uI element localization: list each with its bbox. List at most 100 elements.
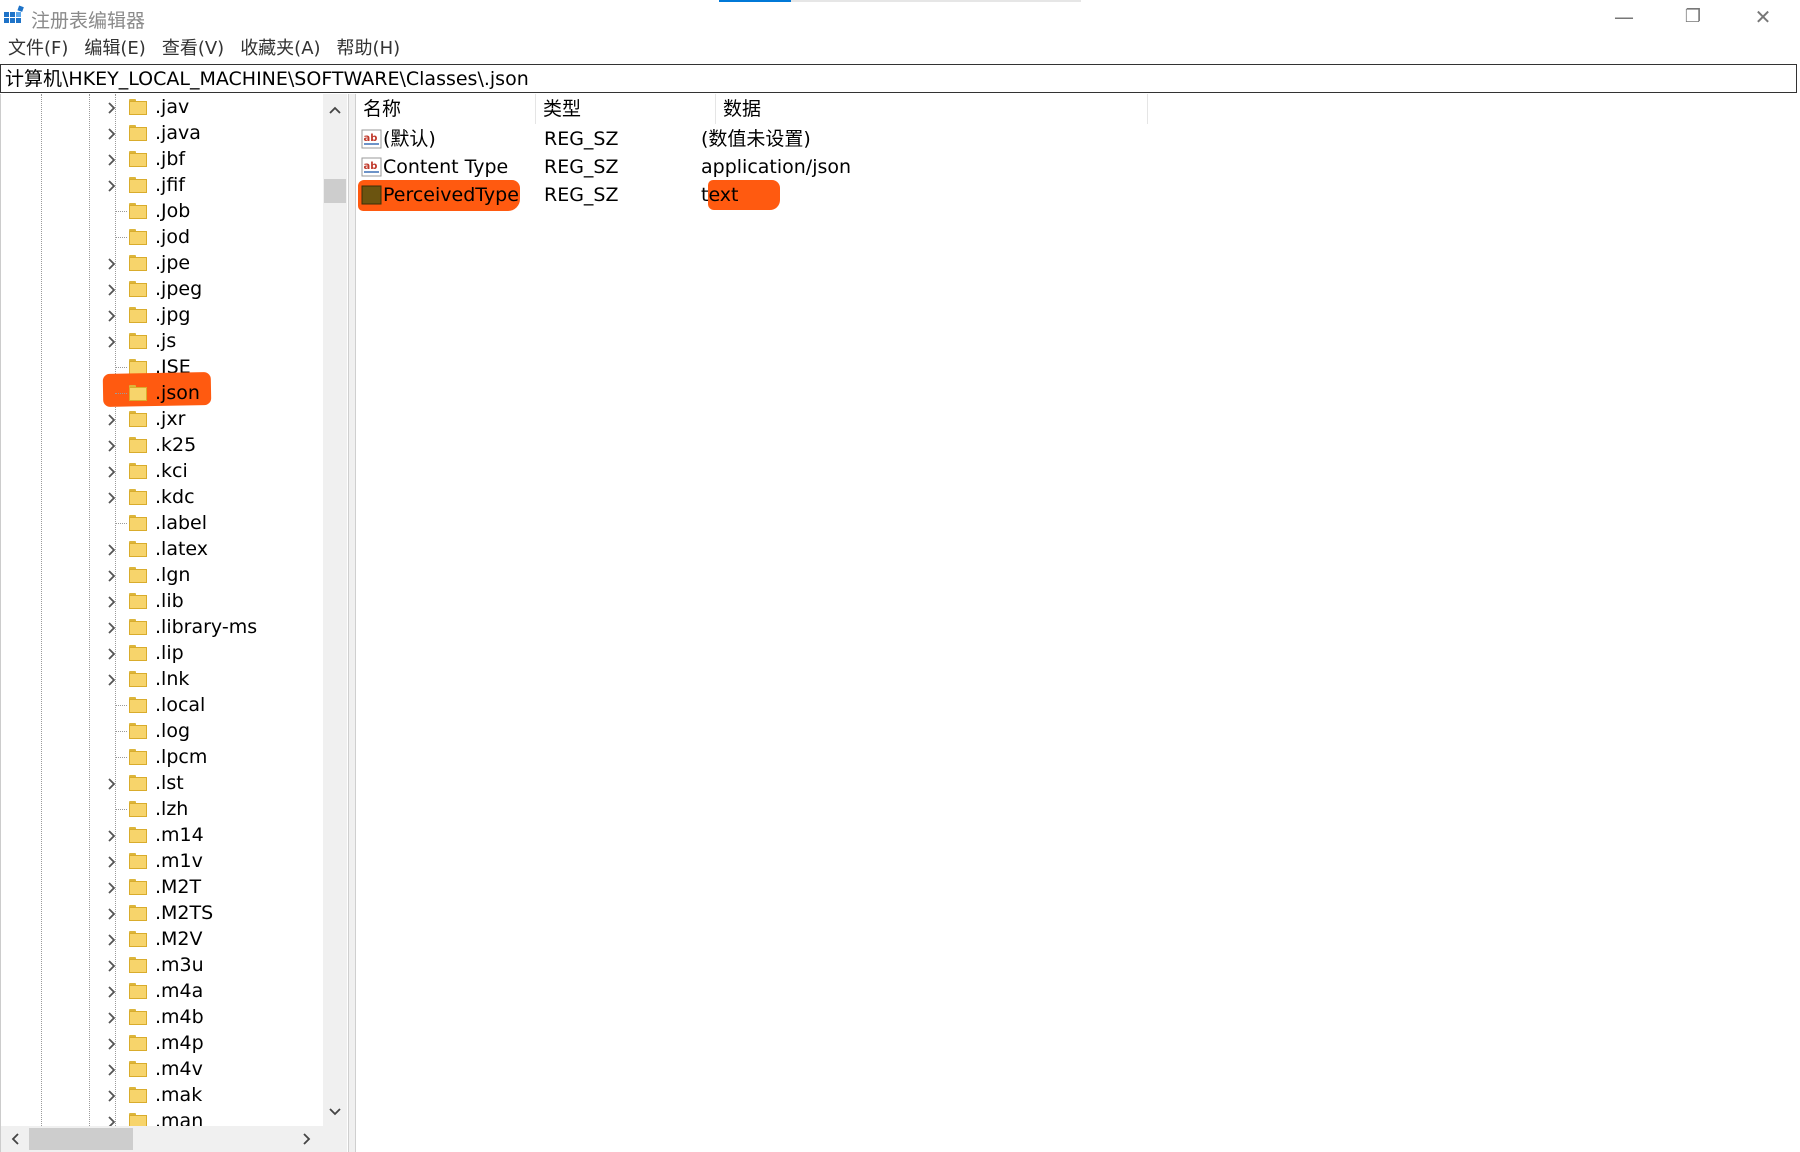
close-button[interactable]: ✕ (1733, 0, 1793, 34)
menu-favorites[interactable]: 收藏夹(A) (232, 34, 328, 62)
tree-item[interactable]: .js (1, 329, 323, 355)
tree-item[interactable]: .m4a (1, 979, 323, 1005)
tree-item[interactable]: .lnk (1, 667, 323, 693)
chevron-right-icon[interactable] (105, 283, 119, 297)
tree-item[interactable]: .M2T (1, 875, 323, 901)
tree-item[interactable]: .m4b (1, 1005, 323, 1031)
tree-item[interactable]: .m4v (1, 1057, 323, 1083)
tree-item[interactable]: .kci (1, 459, 323, 485)
tree-vertical-scrollbar[interactable] (323, 94, 347, 1126)
tree-item[interactable]: .jxr (1, 407, 323, 433)
chevron-right-icon[interactable] (105, 101, 119, 115)
tree-item[interactable]: .M2TS (1, 901, 323, 927)
tree-item[interactable]: .lzh (1, 797, 323, 823)
menu-view[interactable]: 查看(V) (154, 34, 232, 62)
scroll-thumb-horizontal[interactable] (29, 1128, 133, 1150)
chevron-right-icon[interactable] (105, 907, 119, 921)
chevron-right-icon[interactable] (105, 647, 119, 661)
chevron-right-icon[interactable] (105, 829, 119, 843)
chevron-right-icon[interactable] (105, 309, 119, 323)
address-path[interactable]: 计算机\HKEY_LOCAL_MACHINE\SOFTWARE\Classes\… (5, 67, 529, 91)
chevron-right-icon[interactable] (105, 439, 119, 453)
value-row[interactable]: ab Content Type REG_SZ application/json (356, 153, 1156, 181)
chevron-right-icon[interactable] (105, 959, 119, 973)
tree-item[interactable]: .m1v (1, 849, 323, 875)
chevron-right-icon[interactable] (105, 1063, 119, 1077)
tree-item[interactable]: .lip (1, 641, 323, 667)
chevron-right-icon[interactable] (105, 985, 119, 999)
tree-item[interactable]: .mak (1, 1083, 323, 1109)
tree-branch-line (115, 705, 127, 706)
chevron-right-icon[interactable] (105, 1037, 119, 1051)
chevron-right-icon[interactable] (105, 153, 119, 167)
tree-item[interactable]: .lib (1, 589, 323, 615)
menu-help[interactable]: 帮助(H) (329, 34, 409, 62)
chevron-right-icon[interactable] (105, 855, 119, 869)
scroll-right-icon[interactable] (299, 1131, 315, 1147)
scroll-left-icon[interactable] (7, 1131, 23, 1147)
tree-item[interactable]: .k25 (1, 433, 323, 459)
tree-item[interactable]: .json (1, 372, 323, 407)
value-row[interactable]: PerceivedType REG_SZ text (356, 180, 1156, 211)
chevron-right-icon[interactable] (105, 621, 119, 635)
chevron-right-icon[interactable] (105, 179, 119, 193)
tree-item[interactable]: .Job (1, 199, 323, 225)
tree-item[interactable]: .log (1, 719, 323, 745)
tree-item[interactable]: .m3u (1, 953, 323, 979)
column-header-data[interactable]: 数据 (716, 94, 1148, 124)
tree-item[interactable]: .local (1, 693, 323, 719)
tree-item[interactable]: .jbf (1, 147, 323, 173)
tree-item[interactable]: .m14 (1, 823, 323, 849)
chevron-right-icon[interactable] (105, 673, 119, 687)
chevron-right-icon[interactable] (105, 257, 119, 271)
folder-icon (129, 697, 147, 714)
tree-branch-line (115, 211, 127, 212)
tree-item-label: .js (155, 330, 177, 352)
tree-item[interactable]: .latex (1, 537, 323, 563)
tree-item[interactable]: .kdc (1, 485, 323, 511)
scroll-thumb[interactable] (324, 179, 346, 203)
tree-item[interactable]: .M2V (1, 927, 323, 953)
chevron-right-icon[interactable] (105, 933, 119, 947)
chevron-right-icon[interactable] (105, 491, 119, 505)
chevron-right-icon[interactable] (105, 127, 119, 141)
chevron-right-icon[interactable] (105, 1115, 119, 1126)
pane-splitter[interactable] (348, 94, 356, 1152)
tree-item[interactable]: .java (1, 121, 323, 147)
chevron-right-icon[interactable] (105, 777, 119, 791)
chevron-right-icon[interactable] (105, 413, 119, 427)
tree-item[interactable]: .lpcm (1, 745, 323, 771)
menu-edit[interactable]: 编辑(E) (76, 34, 153, 62)
minimize-button[interactable]: — (1594, 0, 1654, 34)
tree-item[interactable]: .library-ms (1, 615, 323, 641)
tree-item[interactable]: .jfif (1, 173, 323, 199)
tree-item[interactable]: .jpeg (1, 277, 323, 303)
chevron-right-icon[interactable] (105, 1089, 119, 1103)
restore-button[interactable]: ❐ (1663, 0, 1723, 34)
chevron-right-icon[interactable] (105, 543, 119, 557)
scroll-up-icon[interactable] (327, 102, 343, 118)
column-header-name[interactable]: 名称 (356, 94, 536, 124)
chevron-right-icon[interactable] (105, 335, 119, 349)
chevron-right-icon[interactable] (105, 595, 119, 609)
tree-item-label: .json (155, 382, 200, 404)
tree-item[interactable]: .man (1, 1109, 323, 1126)
tree-item[interactable]: .lst (1, 771, 323, 797)
tree-item[interactable]: .jpe (1, 251, 323, 277)
tree-item[interactable]: .jav (1, 95, 323, 121)
tree-item[interactable]: .jpg (1, 303, 323, 329)
chevron-right-icon[interactable] (105, 465, 119, 479)
value-row[interactable]: ab (默认) REG_SZ (数值未设置) (356, 125, 1156, 153)
address-bar[interactable]: 计算机\HKEY_LOCAL_MACHINE\SOFTWARE\Classes\… (0, 64, 1797, 93)
tree-item[interactable]: .jod (1, 225, 323, 251)
tree-horizontal-scrollbar[interactable] (1, 1126, 323, 1152)
menu-file[interactable]: 文件(F) (0, 34, 76, 62)
tree-item[interactable]: .label (1, 511, 323, 537)
scroll-down-icon[interactable] (327, 1104, 343, 1120)
chevron-right-icon[interactable] (105, 881, 119, 895)
chevron-right-icon[interactable] (105, 1011, 119, 1025)
tree-item[interactable]: .m4p (1, 1031, 323, 1057)
chevron-right-icon[interactable] (105, 569, 119, 583)
tree-item[interactable]: .lgn (1, 563, 323, 589)
column-header-type[interactable]: 类型 (536, 94, 716, 124)
